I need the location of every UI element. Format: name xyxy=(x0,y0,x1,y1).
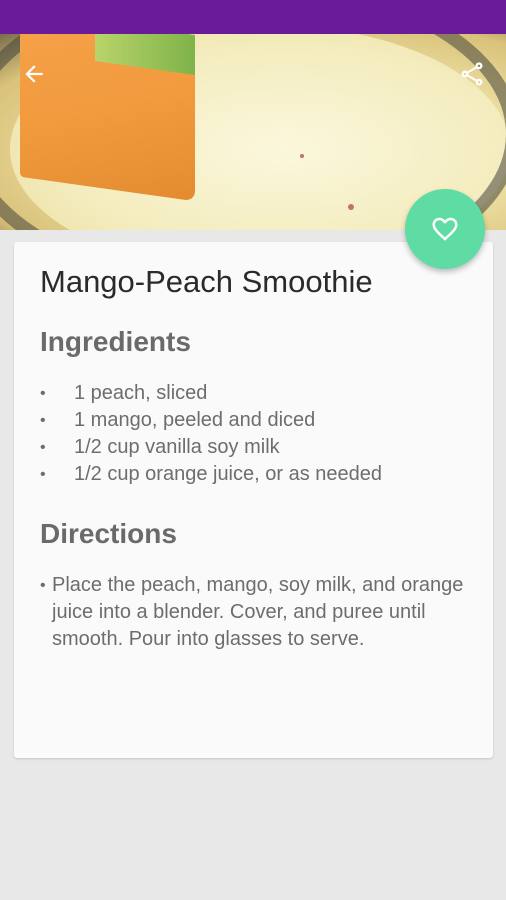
direction-item: • Place the peach, mango, soy milk, and o… xyxy=(40,572,467,653)
ingredient-item: • 1 peach, sliced xyxy=(40,380,467,407)
recipe-title: Mango-Peach Smoothie xyxy=(40,264,373,299)
ingredient-text: 1/2 cup orange juice, or as needed xyxy=(74,463,382,485)
ingredients-heading: Ingredients xyxy=(40,326,191,357)
bullet: • xyxy=(40,577,46,594)
ingredient-item: • 1/2 cup orange juice, or as needed xyxy=(40,461,467,488)
directions-list: • Place the peach, mango, soy milk, and o… xyxy=(40,572,467,653)
direction-text: Place the peach, mango, soy milk, and or… xyxy=(52,574,464,650)
share-button[interactable] xyxy=(456,58,488,90)
heart-outline-icon xyxy=(432,217,458,241)
back-button[interactable] xyxy=(18,58,50,90)
speck xyxy=(348,204,354,210)
ingredient-text: 1 peach, sliced xyxy=(74,382,208,404)
speck xyxy=(300,154,304,158)
ingredients-list: • 1 peach, sliced • 1 mango, peeled and di… xyxy=(40,380,467,488)
ingredient-text: 1 mango, peeled and diced xyxy=(74,409,316,431)
directions-heading: Directions xyxy=(40,518,177,549)
bullet: • xyxy=(40,385,46,402)
ingredient-text: 1/2 cup vanilla soy milk xyxy=(74,436,280,458)
bullet: • xyxy=(40,466,46,483)
recipe-card: Mango-Peach Smoothie Ingredients • 1 peac… xyxy=(14,242,493,758)
arrow-back-icon xyxy=(25,65,43,83)
favorite-button[interactable] xyxy=(405,189,485,269)
ingredient-item: • 1/2 cup vanilla soy milk xyxy=(40,434,467,461)
status-bar xyxy=(0,0,506,34)
bullet: • xyxy=(40,412,46,429)
ingredient-item: • 1 mango, peeled and diced xyxy=(40,407,467,434)
bullet: • xyxy=(40,439,46,456)
share-icon xyxy=(461,62,483,86)
